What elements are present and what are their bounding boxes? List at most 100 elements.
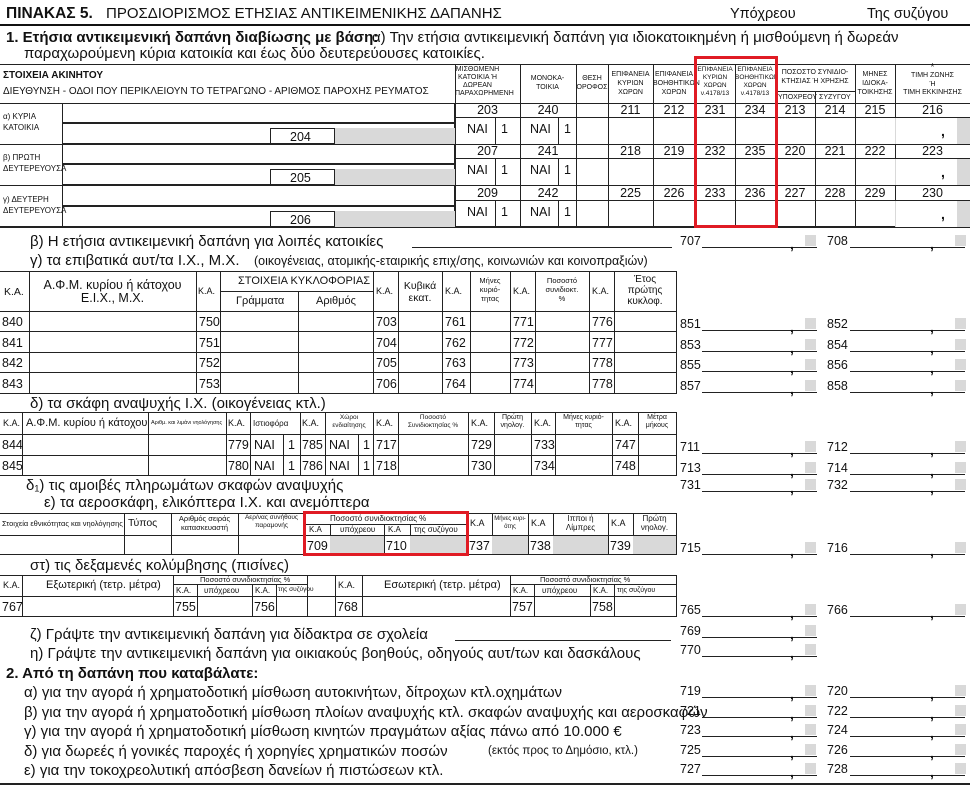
property-code: 209: [477, 186, 498, 200]
boats-code: 730: [471, 459, 492, 473]
rooms-yes-checkbox[interactable]: 1: [363, 439, 370, 452]
cars-result-code1: 855: [680, 358, 701, 372]
title-bar: ΠΙΝΑΚΑΣ 5. ΠΡΟΣΔΙΟΡΙΣΜΟΣ ΕΤΗΣΙΑΣ ΑΝΤΙΚΕΙ…: [0, 0, 970, 26]
section2-taxpayer-field[interactable]: [702, 755, 817, 757]
cars-code: 771: [513, 315, 534, 329]
property-row-sublabel: ΔΕΥΤΕΡΕΥΟΥΣΑ: [3, 206, 67, 215]
boats-ka6-header: Κ.Α.: [534, 418, 552, 428]
cars-taxpayer-field[interactable]: [702, 371, 817, 372]
rented-yes-checkbox[interactable]: 1: [501, 206, 508, 219]
pools-code-756: 756: [254, 600, 275, 614]
line-d1-taxpayer-field[interactable]: [702, 491, 817, 492]
section2-taxpayer-field[interactable]: [702, 716, 817, 718]
section2-code1: 721: [680, 703, 701, 718]
aircraft-ka4-header: Κ.Α: [531, 518, 546, 528]
line-b-spouse-field[interactable]: [850, 247, 965, 248]
pools-code-768: 768: [337, 600, 358, 614]
property-code: 207: [477, 144, 498, 158]
aircraft-ka3-header: Κ.Α: [470, 518, 485, 528]
highlight-aircraft-share: [303, 511, 469, 556]
boats-spouse-field[interactable]: [850, 474, 965, 475]
boats-ka5-header: Κ.Α.: [471, 418, 489, 428]
line-d1-spouse-field[interactable]: [850, 491, 965, 492]
pools-taxpayer-field[interactable]: [702, 616, 817, 617]
cars-code: 761: [445, 315, 466, 329]
detached-yes-checkbox[interactable]: 1: [564, 123, 571, 136]
cars-spouse-field[interactable]: [850, 371, 965, 372]
cars-code: 762: [445, 335, 466, 350]
line-b-taxpayer-field[interactable]: [702, 247, 817, 248]
section2-spouse-field[interactable]: [850, 716, 965, 718]
detached-yes-checkbox[interactable]: 1: [564, 164, 571, 177]
col-months: ΜΗΝΕΣ ΙΔΙΟΚΑ- ΤΟΙΚΗΣΗΣ: [857, 71, 893, 96]
section2-taxpayer-field[interactable]: [702, 736, 817, 737]
line-z-field[interactable]: [702, 637, 817, 638]
hull-yes-checkbox[interactable]: 1: [288, 460, 295, 473]
address-code: 205: [290, 171, 311, 185]
cars-taxpayer-field[interactable]: [702, 391, 817, 393]
cars-taxpayer-field[interactable]: [702, 330, 817, 331]
pools-taxpayer2-header: υπόχρεου: [542, 586, 578, 595]
boats-taxpayer-field[interactable]: [702, 474, 817, 475]
detached-yes-checkbox[interactable]: 1: [564, 206, 571, 219]
cars-spouse-field[interactable]: [850, 391, 965, 393]
pools-share1-header: Ποσοστό συνιδιοκτησίας %: [200, 575, 291, 584]
line-c-text: γ) τα επιβατικά αυτ/τα Ι.Χ., Μ.Χ.: [30, 252, 240, 269]
cars-ka5-header: Κ.Α.: [513, 286, 531, 296]
cars-spouse-field[interactable]: [850, 330, 965, 331]
address-code: 204: [290, 130, 311, 144]
address-field[interactable]: [62, 144, 455, 164]
boats-code: 748: [615, 459, 636, 473]
line-d1-code2: 732: [827, 478, 848, 492]
property-code: 228: [824, 186, 846, 200]
section2-taxpayer-field[interactable]: [702, 775, 817, 776]
line-d1-code1: 731: [680, 478, 701, 492]
aircraft-taxpayer-field[interactable]: [702, 554, 817, 555]
address-header: ΔΙΕΥΘΥΝΣΗ - ΟΔΟΙ ΠΟΥ ΠΕΡΙΚΛΕΙΟΥΝ ΤΟ ΤΕΤΡ…: [3, 86, 429, 97]
line-h-field[interactable]: [702, 656, 817, 657]
line-c-note: (οικογένειας, ατομικής-εταιρικής επιχ/ση…: [254, 254, 648, 268]
boats-taxpayer-field[interactable]: [702, 453, 817, 454]
cars-result-code2: 856: [827, 358, 848, 372]
boats-code: 786: [302, 459, 323, 473]
rented-yes-checkbox[interactable]: 1: [501, 123, 508, 136]
hull-yes-label: ΝΑΙ: [254, 459, 275, 473]
cars-result-code1: 851: [680, 317, 701, 331]
section2-spouse-field[interactable]: [850, 755, 965, 757]
property-row-label: β) ΠΡΩΤΗ: [3, 153, 41, 162]
pools-code-755: 755: [175, 600, 196, 614]
pools-share2-header: Ποσοστό συνιδιοκτησίας %: [540, 575, 631, 584]
cars-cc-header: Κυβικά εκατ.: [403, 280, 437, 304]
cars-code: 704: [376, 335, 397, 350]
cars-result-code1: 853: [680, 337, 701, 352]
section2-spouse-field[interactable]: [850, 697, 965, 698]
section2-spouse-field[interactable]: [850, 736, 965, 737]
property-header: ΣΤΟΙΧΕΙΑ ΑΚΙΝΗΤΟΥ: [3, 70, 103, 81]
section2-taxpayer-field[interactable]: [702, 697, 817, 698]
col-share: ΠΟΣΟΣΤΟ ΣΥΝΙΔΙΟ- ΚΤΗΣΙΑΣ Ή ΧΡΗΣΗΣ: [781, 69, 849, 85]
aircraft-spouse-field[interactable]: [850, 554, 965, 555]
cars-taxpayer-field[interactable]: [702, 350, 817, 352]
address-field[interactable]: [62, 186, 455, 206]
line-z-code: 769: [680, 624, 701, 638]
boats-code: 734: [534, 459, 555, 473]
cars-code: 841: [2, 335, 23, 350]
pools-spouse-field[interactable]: [850, 616, 965, 617]
boats-ka3-header: Κ.Α.: [302, 418, 320, 428]
hull-yes-checkbox[interactable]: 1: [288, 439, 295, 452]
boats-ka7-header: Κ.Α.: [615, 418, 633, 428]
address-field[interactable]: [62, 103, 455, 123]
aircraft-result-code1: 715: [680, 541, 701, 555]
boats-spouse-field[interactable]: [850, 453, 965, 454]
rented-yes-checkbox[interactable]: 1: [501, 164, 508, 177]
cars-spouse-field[interactable]: [850, 350, 965, 352]
cars-letters-header: Γράμματα: [236, 295, 285, 307]
cars-code: 778: [592, 356, 613, 370]
rented-yes-label: ΝΑΙ: [467, 205, 488, 219]
cars-code: 763: [445, 356, 466, 370]
rooms-yes-checkbox[interactable]: 1: [363, 460, 370, 473]
boats-rooms-header: Χώροι ενδιαίτησης: [332, 414, 366, 429]
section2-item-text: γ) για την αγορά ή χρηματοδοτική μίσθωση…: [24, 723, 622, 740]
boats-ka4-header: Κ.Α.: [376, 418, 394, 428]
section2-spouse-field[interactable]: [850, 775, 965, 776]
